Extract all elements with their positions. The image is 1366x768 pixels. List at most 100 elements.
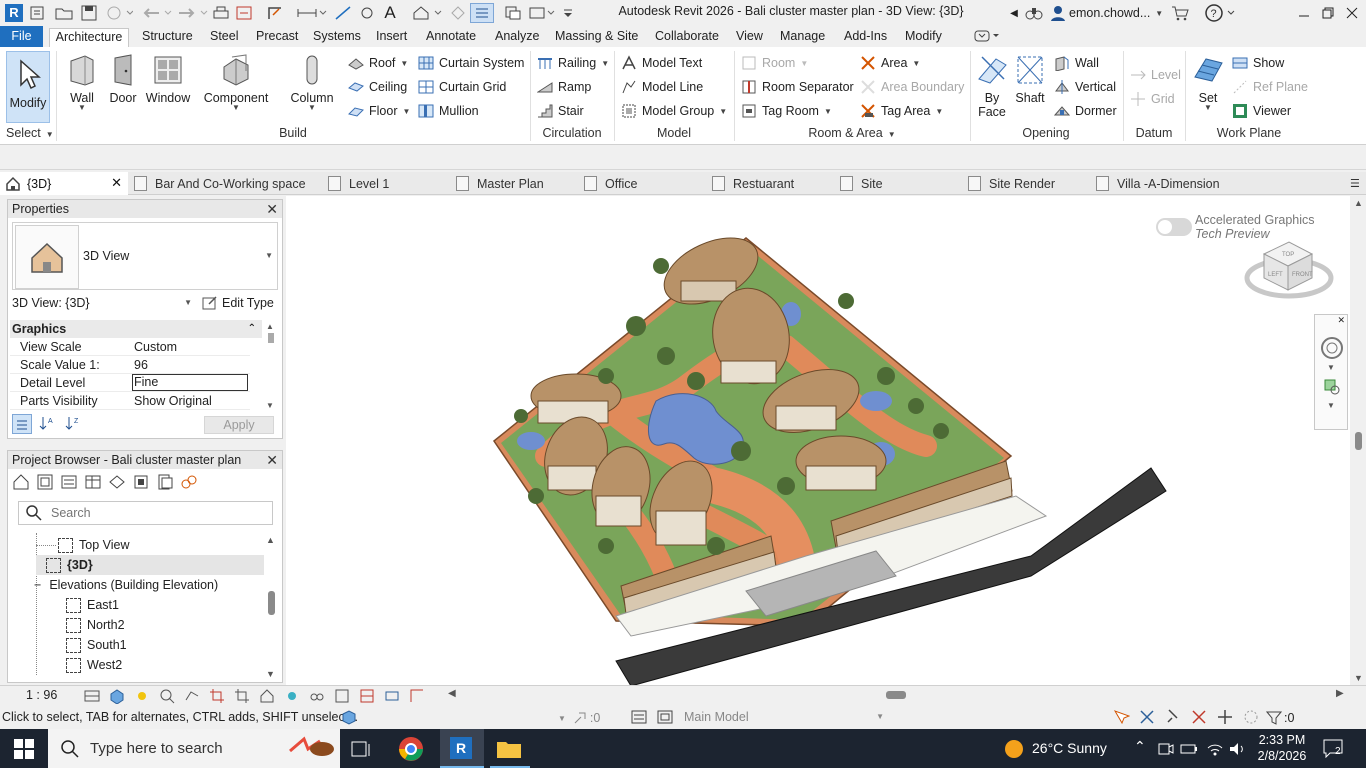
modify-button[interactable]: Modify: [6, 51, 50, 123]
properties-scrollbar[interactable]: ▲ ▼: [266, 322, 276, 410]
home-icon[interactable]: [28, 3, 46, 23]
close-hidden-windows-icon[interactable]: [503, 3, 523, 23]
tree-item-west2[interactable]: West2: [66, 655, 122, 675]
column-button[interactable]: Column ▼: [284, 53, 340, 112]
measure-icon[interactable]: [265, 3, 285, 23]
revit-app-icon[interactable]: R: [4, 3, 24, 23]
show-work-plane-button[interactable]: Show: [1232, 53, 1284, 73]
cart-icon[interactable]: [1170, 3, 1190, 23]
tab-modify[interactable]: Modify: [903, 28, 944, 47]
view-cube-front[interactable]: FRONT: [1292, 272, 1313, 278]
stair-button[interactable]: Stair: [537, 101, 584, 121]
file-explorer-icon[interactable]: [496, 738, 522, 760]
tab-steel[interactable]: Steel: [208, 28, 241, 47]
component-button[interactable]: Component ▼: [200, 53, 272, 112]
ceiling-button[interactable]: Ceiling: [348, 77, 407, 97]
curtain-grid-button[interactable]: Curtain Grid: [418, 77, 506, 97]
railing-button[interactable]: Railing ▼: [537, 53, 609, 73]
browser-schedules-icon[interactable]: [84, 473, 102, 491]
tree-item-east1[interactable]: East1: [66, 595, 119, 615]
vertical-opening-button[interactable]: Vertical: [1054, 77, 1116, 97]
export-icon[interactable]: [234, 3, 254, 23]
design-options-icon[interactable]: [630, 708, 648, 726]
reveal-hidden-icon[interactable]: [309, 688, 325, 704]
sort-ascending-icon[interactable]: A: [38, 414, 58, 434]
mullion-button[interactable]: Mullion: [418, 101, 479, 121]
room-area-panel-menu[interactable]: Room & Area ▼: [736, 126, 968, 140]
floor-button[interactable]: Floor ▼: [348, 101, 410, 121]
customize-quick-access-icon[interactable]: [560, 3, 576, 23]
tab-architecture[interactable]: Architecture: [49, 28, 129, 47]
view-tab-level-1[interactable]: Level 1: [328, 172, 389, 195]
clock[interactable]: 2:33 PM 2/8/2026: [1257, 732, 1307, 764]
save-icon[interactable]: [79, 3, 99, 23]
site-3d-model[interactable]: [286, 196, 1350, 685]
view-tab-office[interactable]: Office: [584, 172, 637, 195]
drag-on-selection-icon[interactable]: [1216, 708, 1234, 726]
tab-systems[interactable]: Systems: [311, 28, 363, 47]
browser-groups-icon[interactable]: [132, 473, 150, 491]
crop-view-icon[interactable]: [209, 688, 225, 704]
background-process-icon[interactable]: [1242, 708, 1260, 726]
browser-sheets-icon[interactable]: [36, 473, 54, 491]
tab-overflow-menu-icon[interactable]: ☰: [1350, 172, 1360, 195]
model-line-button[interactable]: Model Line: [621, 77, 703, 97]
shaft-button[interactable]: Shaft: [1012, 53, 1048, 105]
notifications-icon[interactable]: 2: [1322, 738, 1346, 760]
area-button[interactable]: Area ▼: [860, 53, 920, 73]
analytical-model-icon[interactable]: [359, 688, 375, 704]
property-row[interactable]: Detail Level Fine: [10, 374, 250, 392]
select-underlay-icon[interactable]: [1138, 708, 1156, 726]
browser-scrollbar[interactable]: ▲ ▼: [266, 535, 278, 679]
close-navbar-icon[interactable]: ✕: [1337, 315, 1345, 326]
tree-item-top-view[interactable]: Top View: [36, 535, 130, 555]
type-dropdown-arrow[interactable]: ▼: [265, 251, 273, 260]
dormer-opening-button[interactable]: Dormer: [1054, 101, 1117, 121]
undo-icon[interactable]: [140, 3, 174, 23]
tag-room-button[interactable]: Tag Room ▼: [741, 101, 832, 121]
select-links-filter-icon[interactable]: [1112, 708, 1130, 726]
curtain-system-button[interactable]: Curtain System: [418, 53, 524, 73]
tree-item-elevations[interactable]: − Elevations (Building Elevation): [34, 575, 218, 595]
view-tab-restuarant[interactable]: Restuarant: [712, 172, 794, 195]
steering-wheel-icon[interactable]: [1317, 333, 1347, 363]
room-button[interactable]: Room ▼: [741, 53, 808, 73]
grid-button[interactable]: Grid: [1130, 89, 1175, 109]
worksets-icon[interactable]: [340, 708, 358, 726]
taskbar-revit[interactable]: R: [440, 729, 484, 768]
meet-now-icon[interactable]: [1157, 740, 1175, 758]
task-view-icon[interactable]: [350, 738, 372, 760]
ref-plane-button[interactable]: Ref Plane: [1232, 77, 1308, 97]
tray-overflow-icon[interactable]: ⌃: [1134, 738, 1146, 755]
canvas-vertical-scrollbar[interactable]: ▲ ▼: [1350, 196, 1366, 685]
print-icon[interactable]: [211, 3, 231, 23]
filter-count[interactable]: :0: [1266, 710, 1294, 726]
tab-structure[interactable]: Structure: [140, 28, 195, 47]
roof-button[interactable]: Roof ▼: [348, 53, 408, 73]
lock-3d-view-icon[interactable]: [259, 688, 275, 704]
ramp-button[interactable]: Ramp: [537, 77, 591, 97]
wall-opening-button[interactable]: Wall: [1054, 53, 1099, 73]
volume-icon[interactable]: [1228, 740, 1246, 758]
type-selector[interactable]: 3D View ▼: [12, 222, 278, 290]
window-button[interactable]: Window: [144, 53, 192, 105]
view-tab-site[interactable]: Site: [840, 172, 883, 195]
switch-windows-icon[interactable]: [527, 3, 557, 23]
tag-icon[interactable]: [357, 3, 377, 23]
browser-links-icon[interactable]: [180, 473, 198, 491]
section-icon[interactable]: [448, 3, 468, 23]
editable-only-indicator[interactable]: ▼ :0: [558, 710, 600, 726]
open-folder-icon[interactable]: [54, 3, 74, 23]
detail-level-icon[interactable]: [84, 688, 100, 704]
reveal-constraints-icon[interactable]: [409, 688, 425, 704]
chrome-icon[interactable]: [398, 736, 424, 762]
tab-view[interactable]: View: [734, 28, 765, 47]
user-icon[interactable]: [1048, 3, 1068, 23]
instance-filter-dropdown[interactable]: 3D View: {3D} ▼: [12, 294, 196, 312]
tab-annotate[interactable]: Annotate: [424, 28, 478, 47]
model-group-button[interactable]: Model Group ▼: [621, 101, 727, 121]
minimize-icon[interactable]: [1294, 3, 1314, 23]
close-properties-icon[interactable]: ✕: [266, 200, 278, 218]
tab-file[interactable]: File: [0, 26, 43, 47]
door-button[interactable]: Door: [106, 53, 140, 105]
